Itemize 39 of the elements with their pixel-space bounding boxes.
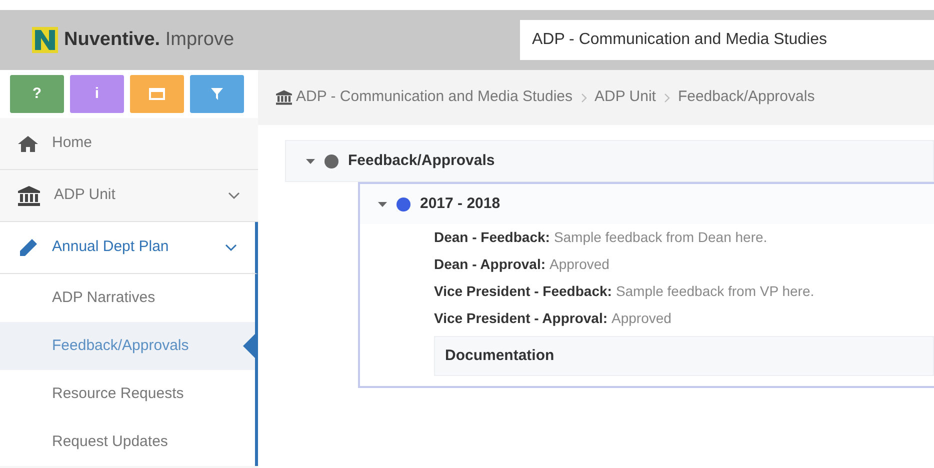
- caret-down-icon[interactable]: [306, 156, 315, 166]
- caret-down-icon[interactable]: [378, 200, 387, 208]
- home-icon: [18, 136, 38, 152]
- sidebar-subitem[interactable]: ADP Narratives: [0, 274, 258, 322]
- sidebar-item-label: Home: [52, 133, 94, 154]
- breadcrumb-link[interactable]: ADP Unit: [594, 86, 656, 109]
- chevron-down-icon: [228, 192, 240, 200]
- logo-icon: [32, 27, 58, 53]
- feedback-line: Dean - Feedback: Sample feedback from Dean here.: [433, 228, 768, 247]
- bank-icon: [18, 186, 40, 206]
- sidebar-subitem[interactable]: Feedback/Approvals: [0, 322, 258, 370]
- status-dot-icon: [324, 154, 339, 168]
- sidebar-subitem[interactable]: Resource Requests: [0, 370, 258, 418]
- sidebar-item-label: Annual Dept Plan: [52, 237, 170, 258]
- chevron-down-icon: [225, 244, 237, 252]
- feedback-line: Vice President - Feedback: Sample feedback from VP here.: [433, 282, 816, 301]
- filter-button[interactable]: [190, 75, 244, 113]
- breadcrumb-link[interactable]: Feedback/Approvals: [678, 86, 815, 109]
- feedback-line: Vice President - Approval: Approved: [433, 309, 672, 328]
- help-button[interactable]: ?: [10, 75, 64, 113]
- unit-field[interactable]: ADP - Communication and Media Studies: [520, 20, 934, 60]
- feedback-line: Dean - Approval: Approved: [433, 255, 610, 274]
- breadcrumb-link[interactable]: ADP - Communication and Media Studies: [276, 86, 573, 109]
- breadcrumb-separator-icon: [580, 92, 587, 102]
- year-header[interactable]: 2017 - 2018: [360, 184, 934, 224]
- sidebar-item-label: ADP Unit: [54, 185, 116, 206]
- info-button[interactable]: i: [70, 75, 124, 113]
- app-logo-text: Nuventive. Improve: [64, 28, 234, 52]
- calendar-icon: [149, 88, 165, 100]
- status-dot-icon: [396, 196, 411, 212]
- documentation-header[interactable]: Documentation: [434, 336, 934, 376]
- selection-pointer-icon: [243, 334, 255, 358]
- sidebar-item[interactable]: Annual Dept Plan: [0, 222, 258, 274]
- pencil-icon: [18, 238, 38, 258]
- bank-icon: [276, 90, 292, 105]
- section-header[interactable]: Feedback/Approvals: [285, 140, 934, 182]
- breadcrumb-separator-icon: [664, 92, 670, 102]
- filter-icon: [211, 88, 223, 100]
- sidebar-subitem[interactable]: Request Updates: [0, 418, 258, 466]
